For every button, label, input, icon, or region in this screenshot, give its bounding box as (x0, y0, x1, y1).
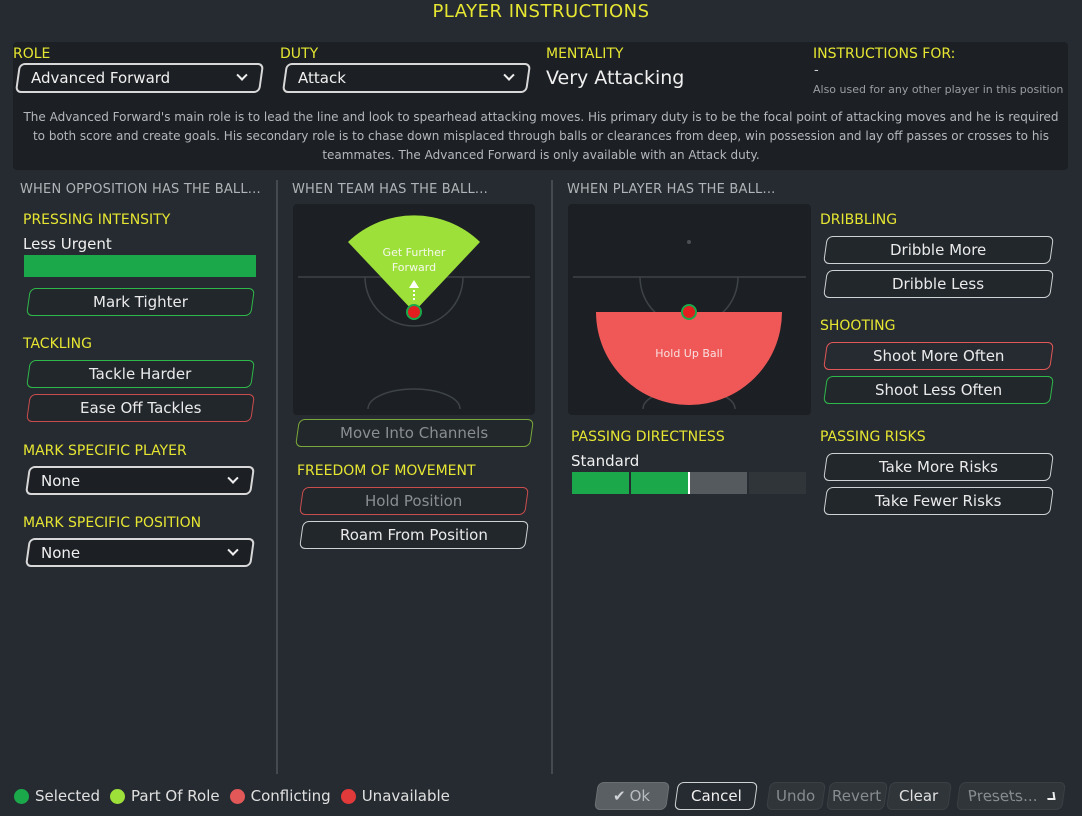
passing-risks-label: PASSING RISKS (820, 429, 926, 445)
legend-selected: Selected (35, 787, 101, 805)
passing-directness-label: PASSING DIRECTNESS (571, 429, 725, 445)
chevron-down-icon (236, 69, 248, 81)
mark-position-dropdown[interactable]: None (24, 538, 256, 567)
chevron-down-icon (503, 69, 515, 81)
hold-position-button[interactable]: Hold Position (299, 487, 529, 515)
pressing-slider-fill (24, 255, 256, 277)
cancel-button[interactable]: Cancel (674, 782, 758, 810)
passing-directness-slider[interactable] (572, 472, 806, 494)
tackling-label: TACKLING (23, 336, 93, 352)
pressing-label: PRESSING INTENSITY (23, 212, 171, 228)
player-pitch-diagram: Hold Up Ball (568, 204, 811, 415)
check-icon: ✔ (613, 787, 627, 805)
team-pitch-diagram: Get Further Forward (293, 204, 535, 415)
ease-off-tackles-button[interactable]: Ease Off Tackles (26, 394, 255, 422)
selected-dot-icon (14, 788, 29, 804)
role-label: ROLE (13, 46, 51, 62)
shooting-label: SHOOTING (820, 318, 896, 334)
player-heading: WHEN PLAYER HAS THE BALL... (567, 182, 776, 197)
mentality-label: MENTALITY (546, 46, 624, 62)
instructions-for-label: INSTRUCTIONS FOR: (813, 46, 956, 62)
dribble-less-button[interactable]: Dribble Less (823, 270, 1054, 298)
pressing-slider[interactable] (24, 255, 256, 277)
pressing-value: Less Urgent (23, 235, 112, 253)
legend-conflicting: Conflicting (250, 787, 331, 805)
slider-segment (690, 472, 747, 494)
dribbling-label: DRIBBLING (820, 212, 898, 228)
column-divider (551, 180, 553, 774)
revert-button[interactable]: Revert (826, 782, 888, 810)
take-fewer-risks-button[interactable]: Take Fewer Risks (823, 487, 1054, 515)
presets-dropdown[interactable]: Presets... (956, 782, 1066, 810)
column-divider (276, 180, 278, 774)
mark-tighter-button[interactable]: Mark Tighter (26, 288, 255, 316)
mark-player-dropdown[interactable]: None (24, 466, 256, 495)
legend: Selected Part Of Role Conflicting Unavai… (14, 787, 450, 805)
role-description: The Advanced Forward's main role is to l… (23, 110, 1059, 162)
chevron-down-icon (227, 472, 239, 484)
duty-label: DUTY (280, 46, 319, 62)
dribble-more-button[interactable]: Dribble More (823, 236, 1054, 264)
instructions-for-note: Also used for any other player in this p… (813, 83, 1064, 96)
ok-button[interactable]: ✔ Ok (594, 782, 670, 810)
mark-player-label: MARK SPECIFIC PLAYER (23, 443, 187, 459)
legend-part-of-role: Part Of Role (131, 787, 220, 805)
freedom-label: FREEDOM OF MOVEMENT (297, 463, 476, 479)
passing-directness-value: Standard (571, 452, 640, 470)
undo-button[interactable]: Undo (766, 782, 826, 810)
duty-dropdown[interactable]: Attack (281, 63, 532, 93)
slider-segment (572, 472, 629, 494)
take-more-risks-button[interactable]: Take More Risks (823, 453, 1054, 481)
mark-position-label: MARK SPECIFIC POSITION (23, 515, 202, 531)
unavailable-dot-icon (340, 788, 356, 804)
slider-segment (631, 472, 688, 494)
legend-unavailable: Unavailable (361, 787, 450, 805)
opposition-heading: WHEN OPPOSITION HAS THE BALL... (20, 182, 261, 197)
zone-label: Hold Up Ball (655, 347, 722, 360)
part-of-role-dot-icon (110, 788, 126, 804)
duty-value: Attack (298, 69, 346, 87)
conflicting-dot-icon (229, 788, 245, 804)
role-value: Advanced Forward (31, 69, 171, 87)
roam-from-position-button[interactable]: Roam From Position (299, 521, 529, 549)
shoot-more-often-button[interactable]: Shoot More Often (823, 342, 1054, 370)
move-into-channels-button[interactable]: Move Into Channels (295, 419, 534, 447)
mentality-value: Very Attacking (546, 67, 685, 89)
team-heading: WHEN TEAM HAS THE BALL... (292, 182, 488, 197)
chevron-down-icon (227, 544, 239, 556)
shoot-less-often-button[interactable]: Shoot Less Often (823, 376, 1054, 404)
window-title: PLAYER INSTRUCTIONS (432, 1, 650, 22)
zone-label: Get Further (383, 246, 446, 259)
chevron-down-icon (1045, 792, 1056, 800)
instructions-for-value: - (814, 63, 819, 78)
clear-button[interactable]: Clear (886, 782, 952, 810)
role-dropdown[interactable]: Advanced Forward (14, 63, 265, 93)
slider-segment (749, 472, 806, 494)
tackle-harder-button[interactable]: Tackle Harder (26, 360, 255, 388)
zone-label: Forward (392, 261, 436, 274)
